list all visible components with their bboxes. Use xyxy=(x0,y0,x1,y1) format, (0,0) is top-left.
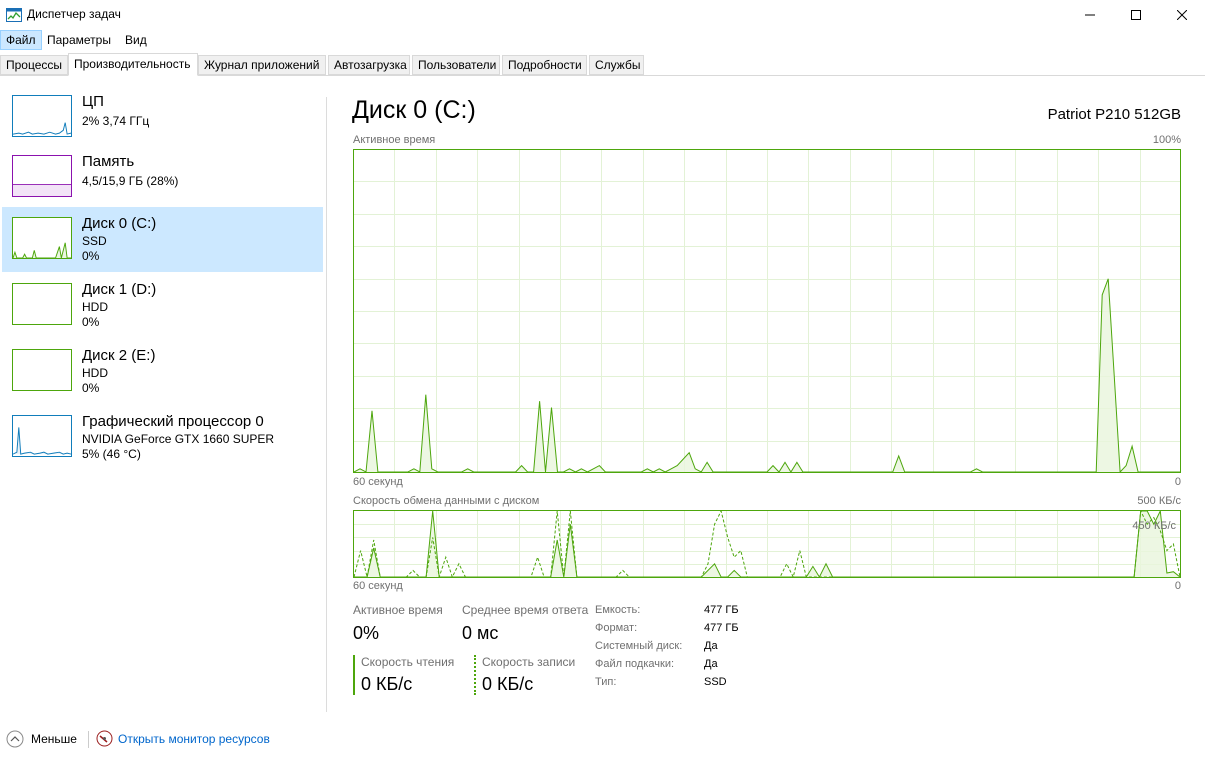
menu-options[interactable]: Параметры xyxy=(42,30,116,50)
active-time-stat-label: Активное время xyxy=(353,603,443,617)
title-bar: Диспетчер задач xyxy=(0,0,1205,30)
sidebar-item-disk0[interactable]: Диск 0 (C:) SSD 0% xyxy=(2,207,323,272)
menu-bar: Файл Параметры Вид xyxy=(0,30,1205,50)
minimize-icon xyxy=(1085,14,1095,16)
sidebar-item-sub2: 5% (46 °C) xyxy=(82,447,141,461)
transfer-chart-mid-label: 450 КБ/с xyxy=(1132,520,1176,532)
disk0-thumbnail xyxy=(12,217,72,259)
read-rate-stat-value: 0 КБ/с xyxy=(361,674,413,694)
panel-divider xyxy=(326,97,327,712)
active-time-chart-label: Активное время xyxy=(353,134,436,146)
format-value: 477 ГБ xyxy=(704,622,739,634)
read-rate-marker xyxy=(353,655,355,695)
sidebar-item-sub2: 0% xyxy=(82,315,100,329)
sidebar-item-disk1[interactable]: Диск 1 (D:) HDD 0% xyxy=(2,273,323,338)
maximize-icon xyxy=(1131,10,1141,20)
sidebar-item-sub1: HDD xyxy=(82,366,108,380)
chart-grid xyxy=(353,149,1181,473)
page-file-value: Да xyxy=(704,658,718,670)
memory-thumbnail xyxy=(12,155,72,197)
maximize-button[interactable] xyxy=(1113,0,1159,30)
tab-processes[interactable]: Процессы xyxy=(0,55,68,75)
gpu-thumbnail xyxy=(12,415,72,457)
sidebar-item-label: Графический процессор 0 xyxy=(82,413,264,430)
resource-monitor-icon xyxy=(96,730,113,747)
disk-model: Patriot P210 512GB xyxy=(1047,106,1181,123)
write-rate-stat-label: Скорость записи xyxy=(482,655,576,669)
sidebar-item-label: ЦП xyxy=(82,93,104,110)
response-time-stat-label: Среднее время ответа xyxy=(462,603,589,617)
window-title: Диспетчер задач xyxy=(27,7,121,21)
task-manager-icon xyxy=(6,8,22,22)
system-disk-label: Системный диск: xyxy=(595,640,683,652)
fewer-details-label: Меньше xyxy=(31,732,77,746)
page-file-label: Файл подкачки: xyxy=(595,658,675,670)
capacity-label: Емкость: xyxy=(595,604,641,616)
sidebar-item-memory[interactable]: Память 4,5/15,9 ГБ (28%) xyxy=(2,145,323,210)
footer-separator xyxy=(88,731,89,748)
active-time-chart xyxy=(353,149,1181,473)
sidebar-item-label: Диск 2 (E:) xyxy=(82,347,156,364)
write-rate-stat-value: 0 КБ/с xyxy=(482,674,534,694)
transfer-rate-chart: 450 КБ/с xyxy=(353,510,1181,578)
active-time-stat-value: 0% xyxy=(353,623,380,643)
minimize-button[interactable] xyxy=(1067,0,1113,30)
tab-services[interactable]: Службы xyxy=(589,55,644,75)
transfer-left-label: 60 секунд xyxy=(353,580,403,592)
capacity-value: 477 ГБ xyxy=(704,604,739,616)
disk2-thumbnail xyxy=(12,349,72,391)
read-rate-stat-label: Скорость чтения xyxy=(361,655,455,669)
tab-users[interactable]: Пользователи xyxy=(412,55,500,75)
cpu-thumbnail xyxy=(12,95,72,137)
page-title: Диск 0 (C:) xyxy=(352,96,476,124)
chevron-up-icon xyxy=(6,730,24,748)
fewer-details-button[interactable]: Меньше xyxy=(6,730,77,748)
open-resource-monitor-link[interactable]: Открыть монитор ресурсов xyxy=(96,730,270,747)
sidebar-item-sub2: 0% xyxy=(82,249,100,263)
active-time-right-label: 0 xyxy=(1174,476,1181,488)
system-disk-value: Да xyxy=(704,640,718,652)
sidebar-item-label: Диск 1 (D:) xyxy=(82,281,157,298)
tab-bar: Процессы Производительность Журнал прило… xyxy=(0,53,1205,76)
sidebar-item-cpu[interactable]: ЦП 2% 3,74 ГГц xyxy=(2,85,323,150)
write-rate-marker xyxy=(474,655,476,695)
sidebar-item-gpu0[interactable]: Графический процессор 0 NVIDIA GeForce G… xyxy=(2,405,323,470)
chart-grid xyxy=(353,510,1181,578)
transfer-right-label: 0 xyxy=(1174,580,1181,592)
type-value: SSD xyxy=(704,676,727,688)
sidebar-item-sub1: 4,5/15,9 ГБ (28%) xyxy=(82,174,179,188)
transfer-chart-label: Скорость обмена данными с диском xyxy=(353,495,540,507)
sidebar-item-label: Диск 0 (C:) xyxy=(82,215,157,232)
transfer-chart-max: 500 КБ/с xyxy=(1137,495,1181,507)
active-time-left-label: 60 секунд xyxy=(353,476,403,488)
format-label: Формат: xyxy=(595,622,638,634)
sidebar-item-disk2[interactable]: Диск 2 (E:) HDD 0% xyxy=(2,339,323,404)
sidebar-item-sub1: 2% 3,74 ГГц xyxy=(82,114,150,128)
type-label: Тип: xyxy=(595,676,617,688)
tab-app-history[interactable]: Журнал приложений xyxy=(198,55,326,75)
close-button[interactable] xyxy=(1159,0,1205,30)
menu-file[interactable]: Файл xyxy=(0,30,42,50)
footer: Меньше Открыть монитор ресурсов xyxy=(0,728,1205,752)
tab-details[interactable]: Подробности xyxy=(502,55,587,75)
disk1-thumbnail xyxy=(12,283,72,325)
tab-startup[interactable]: Автозагрузка xyxy=(328,55,410,75)
response-time-stat-value: 0 мс xyxy=(462,623,499,643)
sidebar-item-sub1: NVIDIA GeForce GTX 1660 SUPER xyxy=(82,432,275,446)
sidebar-item-sub2: 0% xyxy=(82,381,100,395)
active-time-chart-max: 100% xyxy=(1152,134,1181,146)
close-icon xyxy=(1177,10,1187,20)
tab-performance[interactable]: Производительность xyxy=(68,53,198,76)
sidebar-item-label: Память xyxy=(82,153,135,170)
open-resource-monitor-label: Открыть монитор ресурсов xyxy=(118,731,270,746)
sidebar-item-sub1: HDD xyxy=(82,300,108,314)
sidebar-item-sub1: SSD xyxy=(82,234,107,248)
menu-view[interactable]: Вид xyxy=(120,30,152,50)
